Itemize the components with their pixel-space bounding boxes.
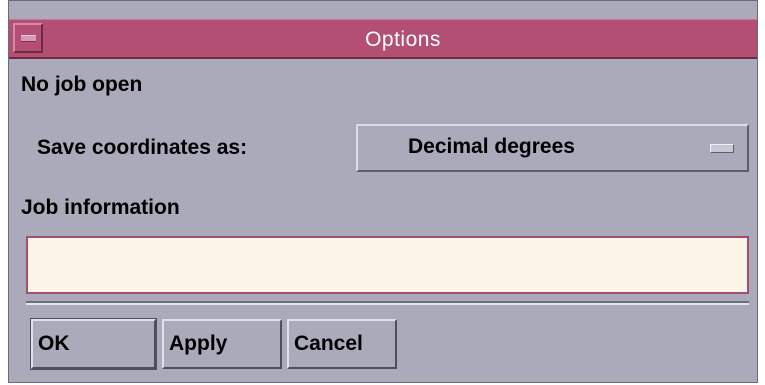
- title-bar[interactable]: Options: [9, 19, 757, 59]
- window-menu-button[interactable]: [13, 23, 43, 53]
- job-information-field[interactable]: [26, 236, 749, 294]
- window-menu-icon: [21, 35, 36, 42]
- cancel-button[interactable]: Cancel: [287, 319, 397, 369]
- separator: [26, 301, 749, 305]
- save-coordinates-label: Save coordinates as:: [37, 136, 248, 159]
- coordinates-format-value: Decimal degrees: [408, 135, 575, 158]
- options-dialog: Options No job open Save coordinates as:…: [8, 0, 758, 383]
- window-title: Options: [365, 28, 441, 51]
- ok-button[interactable]: OK: [30, 318, 157, 370]
- option-menu-indicator-icon: [710, 144, 734, 153]
- apply-button[interactable]: Apply: [162, 319, 282, 369]
- job-information-label: Job information: [21, 196, 180, 219]
- job-status-text: No job open: [21, 73, 143, 96]
- coordinates-format-select[interactable]: Decimal degrees: [356, 124, 749, 172]
